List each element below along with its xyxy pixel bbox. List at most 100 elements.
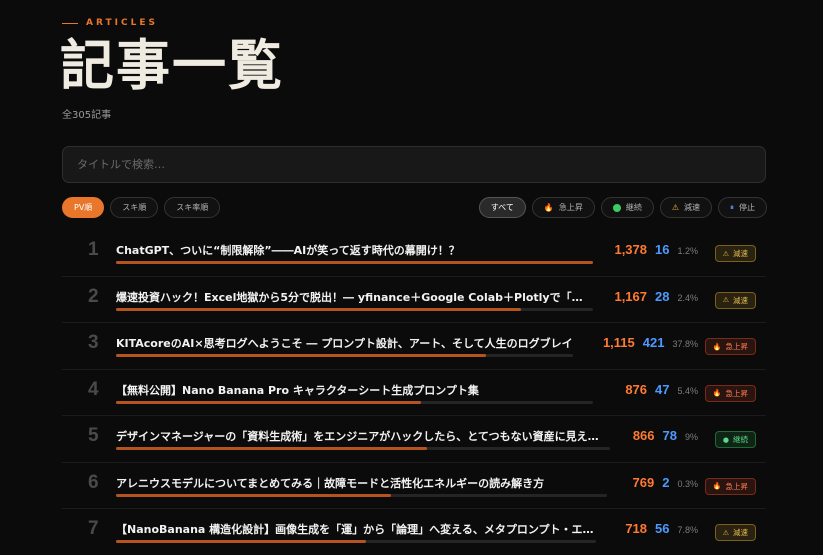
like-count: 78	[662, 428, 677, 443]
status-badge: 🔥 急上昇	[704, 384, 756, 402]
pv-bar-track	[116, 307, 593, 311]
filter-slowing-button[interactable]: ⚠ 減速	[659, 197, 712, 218]
article-title[interactable]: アレニウスモデルについてまとめてみる｜故障モードと活性化エネルギーの読み解き方	[116, 475, 606, 491]
status-badge: ● 継続	[714, 431, 756, 448]
like-count: 421	[642, 335, 665, 350]
article-row[interactable]: 2 爆速投資ハック！Excel地獄から5分で脱出！― yfinance＋Goog…	[62, 277, 766, 323]
article-rank: 5	[88, 425, 99, 446]
view-count: 1,167	[614, 288, 648, 304]
filter-slowing-label: 減速	[684, 203, 700, 212]
status-badge: 🔥 急上昇	[704, 338, 756, 355]
fire-icon: 🔥	[712, 342, 722, 351]
filter-all-button[interactable]: すべて	[478, 197, 526, 218]
article-stats: 1,115 421 37.8%	[603, 335, 698, 350]
article-row[interactable]: 6 アレニウスモデルについてまとめてみる｜故障モードと活性化エネルギーの読み解き…	[62, 463, 766, 509]
pv-bar-fill	[116, 447, 428, 450]
article-stats: 1,167 28 2.4%	[614, 289, 698, 304]
pv-bar-fill	[116, 261, 593, 264]
pv-bar-fill	[116, 400, 422, 404]
article-stats: 1,378 16 1.2%	[614, 242, 698, 257]
warning-icon: ⚠	[722, 296, 729, 304]
pause-icon: ⏸	[730, 202, 734, 212]
pv-bar-fill	[116, 540, 366, 543]
article-rank: 4	[88, 378, 99, 400]
warning-icon: ⚠	[671, 202, 679, 212]
sort-tabs: PV順 スキ順 スキ率順	[62, 197, 221, 218]
like-rate: 0.3%	[677, 478, 698, 489]
article-title[interactable]: デザインマネージャーの「資料生成術」をエンジニアがハックしたら、とてつもない資産…	[116, 428, 608, 444]
filter-all-label: すべて	[490, 203, 514, 212]
status-label: 減速	[733, 249, 748, 258]
sort-like-rate-button[interactable]: スキ率順	[164, 197, 221, 218]
status-label: 継続	[733, 435, 748, 444]
view-count: 866	[632, 428, 655, 443]
article-title[interactable]: 爆速投資ハック！Excel地獄から5分で脱出！― yfinance＋Google…	[116, 289, 586, 305]
status-label: 急上昇	[725, 342, 749, 351]
filter-stopped-label: 停止	[739, 203, 755, 212]
view-count: 1,115	[602, 335, 635, 350]
eyebrow-line	[62, 22, 78, 24]
search-box	[62, 146, 766, 183]
green-dot-icon: ●	[722, 435, 729, 444]
article-title[interactable]: 【NanoBanana 構造化設計】画像生成を「運」から「論理」へ変える、メタプ…	[116, 521, 596, 537]
fire-icon: 🔥	[712, 482, 722, 490]
view-count: 718	[625, 521, 648, 536]
article-title[interactable]: ChatGPT、ついに“制限解除”――AIが笑って返す時代の幕開け！？	[116, 242, 586, 258]
fire-icon: 🔥	[543, 202, 554, 212]
status-badge: 🔥 急上昇	[704, 477, 756, 495]
article-row[interactable]: 7 【NanoBanana 構造化設計】画像生成を「運」から「論理」へ変える、メ…	[62, 509, 766, 555]
article-row[interactable]: 5 デザインマネージャーの「資料生成術」をエンジニアがハックしたら、とてつもない…	[62, 416, 766, 463]
article-rank: 2	[88, 285, 99, 307]
search-input[interactable]	[63, 147, 765, 182]
status-label: 急上昇	[725, 388, 749, 398]
sort-likes-button[interactable]: スキ順	[110, 197, 159, 218]
pv-bar-track	[116, 354, 573, 357]
status-filters: すべて 🔥 急上昇 継続 ⚠ 減速 ⏸ 停止	[478, 197, 767, 218]
article-rank: 7	[88, 518, 99, 539]
status-badge: ⚠ 減速	[714, 291, 756, 309]
article-rank: 1	[88, 239, 99, 260]
filter-rising-label: 急上昇	[558, 203, 583, 212]
like-count: 47	[655, 381, 670, 397]
pv-bar-fill	[116, 354, 487, 357]
status-badge: ⚠ 減速	[714, 245, 756, 262]
status-label: 減速	[733, 528, 748, 537]
view-count: 876	[625, 381, 648, 397]
pv-bar-track	[116, 400, 593, 404]
article-row[interactable]: 1 ChatGPT、ついに“制限解除”――AIが笑って返す時代の幕開け！？ 1,…	[62, 230, 766, 277]
like-count: 2	[662, 474, 670, 490]
pv-bar-track	[116, 447, 610, 450]
sort-pv-button[interactable]: PV順	[62, 197, 105, 218]
article-rank: 3	[88, 332, 99, 353]
article-title[interactable]: 【無料公開】Nano Banana Pro キャラクターシート生成プロンプト集	[116, 382, 596, 398]
like-count: 56	[655, 521, 670, 536]
pv-bar-track	[116, 261, 593, 264]
warning-icon: ⚠	[722, 528, 729, 537]
pv-bar-track	[116, 540, 596, 543]
pv-bar-fill	[116, 493, 391, 497]
article-row[interactable]: 3 KITAcoreのAI×思考ログへようこそ ― プロンプト設計、アート、そし…	[62, 323, 766, 370]
green-dot-icon	[612, 203, 621, 212]
article-row[interactable]: 4 【無料公開】Nano Banana Pro キャラクターシート生成プロンプト…	[62, 370, 766, 416]
filter-rising-button[interactable]: 🔥 急上昇	[531, 197, 595, 218]
filter-continuing-label: 継続	[625, 203, 642, 212]
article-list: 1 ChatGPT、ついに“制限解除”――AIが笑って返す時代の幕開け！？ 1,…	[62, 230, 766, 555]
article-stats: 876 47 5.4%	[625, 382, 698, 397]
like-rate: 7.8%	[677, 525, 698, 535]
status-label: 急上昇	[725, 481, 749, 491]
pv-bar-fill	[116, 307, 522, 311]
warning-icon: ⚠	[722, 249, 729, 258]
like-rate: 5.4%	[677, 385, 698, 396]
like-count: 16	[655, 242, 670, 257]
view-count: 1,378	[614, 242, 648, 257]
filter-stopped-button[interactable]: ⏸ 停止	[718, 197, 767, 218]
pv-bar-track	[116, 493, 607, 497]
like-rate: 37.8%	[672, 339, 698, 349]
article-title[interactable]: KITAcoreのAI×思考ログへようこそ ― プロンプト設計、アート、そして人…	[116, 335, 576, 351]
status-badge: ⚠ 減速	[714, 524, 756, 541]
view-count: 769	[632, 474, 655, 490]
like-rate: 2.4%	[677, 292, 698, 303]
article-count: 全305記事	[62, 110, 112, 121]
fire-icon: 🔥	[712, 389, 722, 397]
filter-continuing-button[interactable]: 継続	[600, 197, 654, 218]
